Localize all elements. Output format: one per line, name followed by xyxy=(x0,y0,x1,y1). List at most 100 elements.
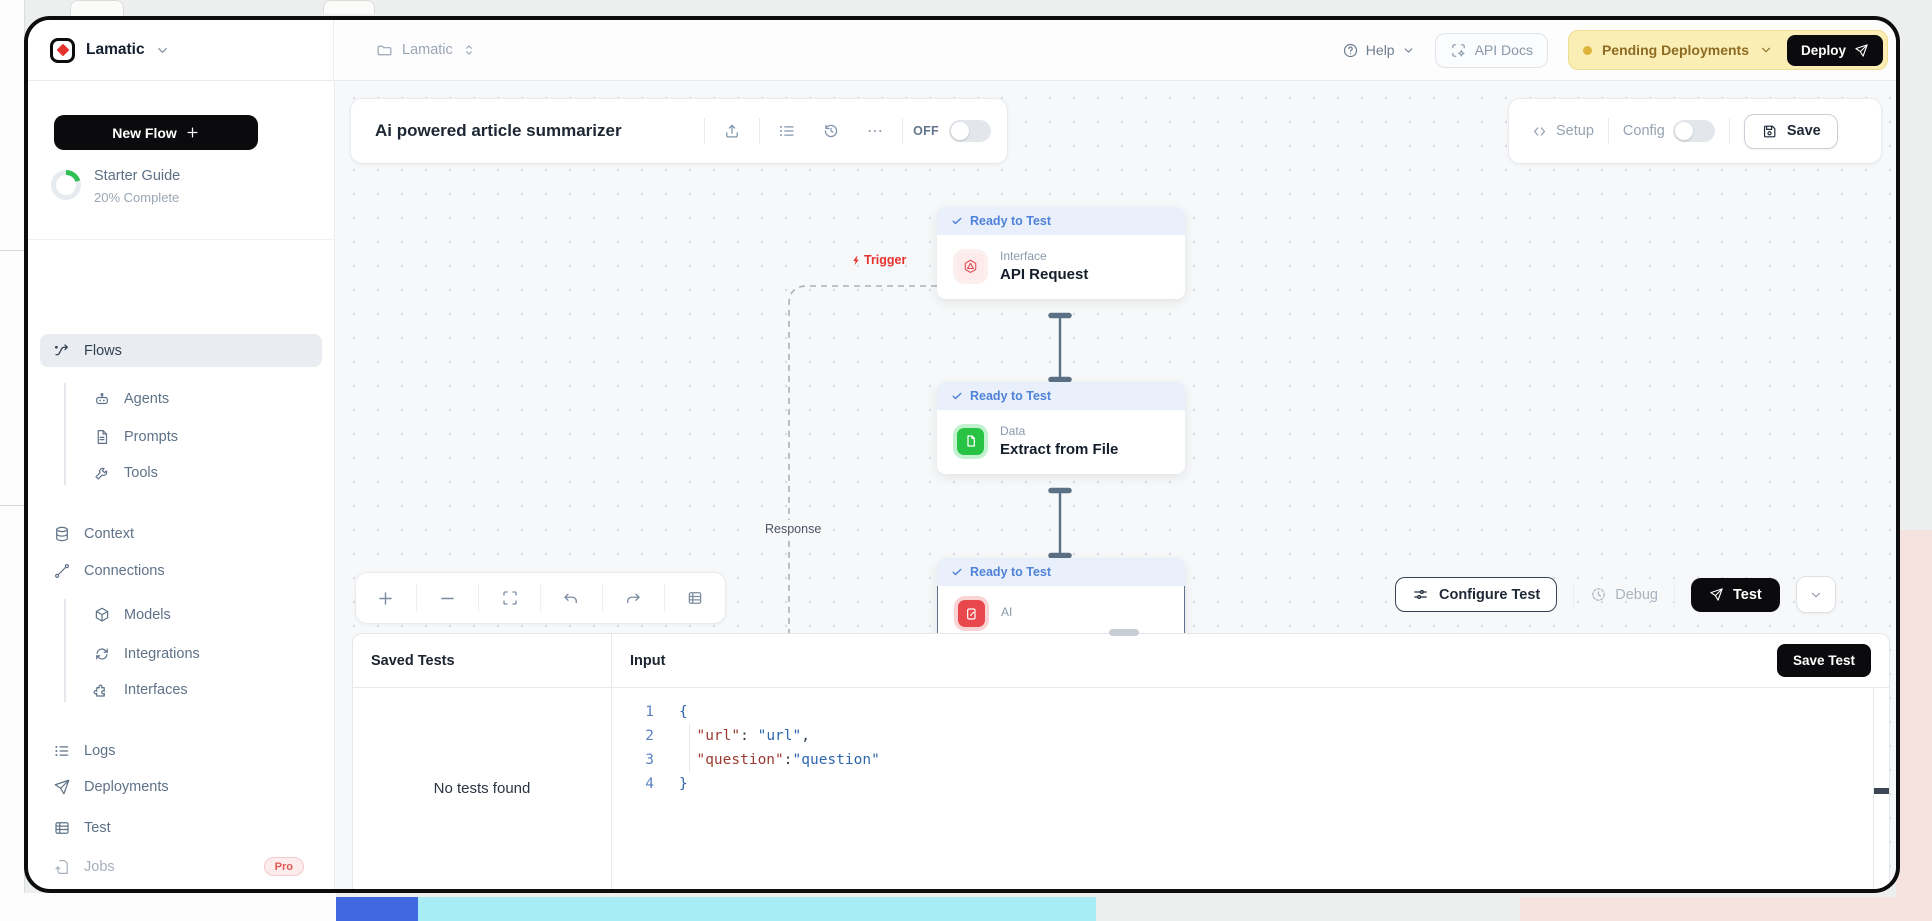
divider xyxy=(902,118,903,144)
node-status-badge: Ready to Test xyxy=(937,558,1185,586)
upload-icon xyxy=(723,122,741,140)
test-options-button[interactable] xyxy=(1796,576,1836,613)
sidebar-item-interfaces[interactable]: Interfaces xyxy=(40,674,322,705)
divider xyxy=(759,118,760,144)
line-number: 2 xyxy=(612,724,654,748)
save-button[interactable]: Save xyxy=(1744,114,1838,149)
node-extract-from-file[interactable]: Ready to Test Data Extract from File xyxy=(937,382,1185,474)
project-breadcrumb[interactable]: Lamatic xyxy=(376,42,476,59)
input-title: Input xyxy=(630,653,665,669)
more-options-button[interactable] xyxy=(858,114,892,148)
config-toggle[interactable] xyxy=(1673,120,1715,142)
pending-deployments-pill[interactable]: Pending Deployments Deploy xyxy=(1568,30,1888,70)
task-list-button[interactable] xyxy=(770,114,804,148)
puzzle-icon xyxy=(93,681,111,699)
chevron-down-icon[interactable] xyxy=(1759,43,1773,57)
save-test-button[interactable]: Save Test xyxy=(1777,644,1871,677)
code-line: 2 "url": "url", xyxy=(612,724,1873,748)
node-title: API Request xyxy=(1000,266,1088,283)
app-window: Trigger Response Ready to Test Interface… xyxy=(24,16,1900,893)
scrollbar-thumb[interactable] xyxy=(1874,788,1889,794)
sort-icon xyxy=(462,43,476,57)
sidebar-item-connections[interactable]: Connections xyxy=(40,555,322,586)
folder-icon xyxy=(376,42,393,59)
node-category: Interface xyxy=(1000,249,1088,263)
sliders-icon xyxy=(1412,586,1429,603)
background-divider xyxy=(0,250,24,251)
json-input-editor[interactable]: 1 { 2 "url": "url", 3 "question":"questi… xyxy=(612,688,1873,889)
background-bottom-cyan xyxy=(418,897,1096,921)
pro-badge: Pro xyxy=(264,857,304,876)
api-docs-icon xyxy=(1450,42,1467,59)
sidebar-item-tools[interactable]: Tools xyxy=(40,457,322,488)
setup-button[interactable]: Setup xyxy=(1531,123,1594,140)
minus-icon xyxy=(438,589,457,608)
database-icon xyxy=(53,525,71,543)
table-icon xyxy=(53,819,71,837)
panel-resize-handle[interactable] xyxy=(1109,629,1139,636)
starter-guide-title[interactable]: Starter Guide xyxy=(94,168,180,184)
fit-view-button[interactable] xyxy=(493,581,527,615)
flow-header: Ai powered article summarizer OFF xyxy=(350,98,1008,164)
share-flow-button[interactable] xyxy=(715,114,749,148)
chevron-down-icon xyxy=(1809,588,1823,602)
redo-icon xyxy=(624,589,642,607)
configure-test-button[interactable]: Configure Test xyxy=(1395,577,1557,612)
lamatic-logo xyxy=(50,38,75,63)
test-button[interactable]: Test xyxy=(1691,578,1780,612)
sidebar-item-jobs[interactable]: Jobs Pro xyxy=(40,851,322,882)
sidebar-item-deployments[interactable]: Deployments xyxy=(40,771,322,802)
file-node-icon xyxy=(957,428,984,455)
node-api-request[interactable]: Ready to Test Interface API Request xyxy=(937,207,1185,299)
sidebar-item-test[interactable]: Test xyxy=(40,812,322,843)
editor-scrollbar[interactable] xyxy=(1873,688,1889,889)
node-title: Extract from File xyxy=(1000,441,1118,458)
brand-name: Lamatic xyxy=(86,41,145,59)
code-line: 3 "question":"question" xyxy=(612,748,1873,772)
new-flow-button[interactable]: New Flow xyxy=(54,115,258,150)
divider xyxy=(704,118,705,144)
background-left-panel xyxy=(0,0,25,921)
saved-tests-column: Saved Tests No tests found xyxy=(353,634,612,889)
sidebar-item-agents[interactable]: Agents xyxy=(40,383,322,414)
pending-dot-icon xyxy=(1583,46,1592,55)
zoom-in-button[interactable] xyxy=(369,581,403,615)
table-icon xyxy=(686,589,704,607)
sidebar-item-integrations[interactable]: Integrations xyxy=(40,638,322,669)
divider xyxy=(1573,581,1574,609)
sidebar-item-reports[interactable]: Reports Pro xyxy=(40,889,322,893)
chevron-down-icon xyxy=(155,43,170,58)
robot-icon xyxy=(93,390,111,408)
notes-button[interactable] xyxy=(678,581,712,615)
chevron-down-icon xyxy=(1402,44,1415,57)
flow-title[interactable]: Ai powered article summarizer xyxy=(375,121,622,141)
redo-button[interactable] xyxy=(616,581,650,615)
workspace-switcher[interactable]: Lamatic xyxy=(28,20,334,80)
sidebar: New Flow Starter Guide 20% Complete Flow… xyxy=(28,80,335,889)
clock-icon xyxy=(1590,586,1607,603)
saved-tests-title: Saved Tests xyxy=(371,653,455,669)
test-panel: Saved Tests No tests found Input Save Te… xyxy=(352,633,1890,889)
sidebar-item-models[interactable]: Models xyxy=(40,599,322,630)
deploy-button[interactable]: Deploy xyxy=(1787,35,1883,66)
zoom-out-button[interactable] xyxy=(431,581,465,615)
jobs-icon xyxy=(53,858,71,876)
topbar: Lamatic Lamatic Help API Docs Pending De… xyxy=(28,20,1896,81)
sidebar-item-flows[interactable]: Flows xyxy=(40,334,322,367)
api-docs-button[interactable]: API Docs xyxy=(1435,33,1548,68)
line-number: 1 xyxy=(612,700,654,724)
flow-enabled-label: OFF xyxy=(913,124,939,138)
sidebar-item-context[interactable]: Context xyxy=(40,518,322,549)
help-menu[interactable]: Help xyxy=(1342,42,1415,59)
send-icon xyxy=(1854,43,1869,58)
cube-icon xyxy=(93,606,111,624)
debug-button[interactable]: Debug xyxy=(1590,586,1658,603)
sidebar-item-logs[interactable]: Logs xyxy=(40,735,322,766)
undo-button[interactable] xyxy=(554,581,588,615)
sidebar-item-prompts[interactable]: Prompts xyxy=(40,421,322,452)
version-history-button[interactable] xyxy=(814,114,848,148)
fit-view-icon xyxy=(501,589,519,607)
code-icon xyxy=(1531,123,1548,140)
divider xyxy=(1674,581,1675,609)
flow-enabled-toggle[interactable] xyxy=(949,120,991,142)
